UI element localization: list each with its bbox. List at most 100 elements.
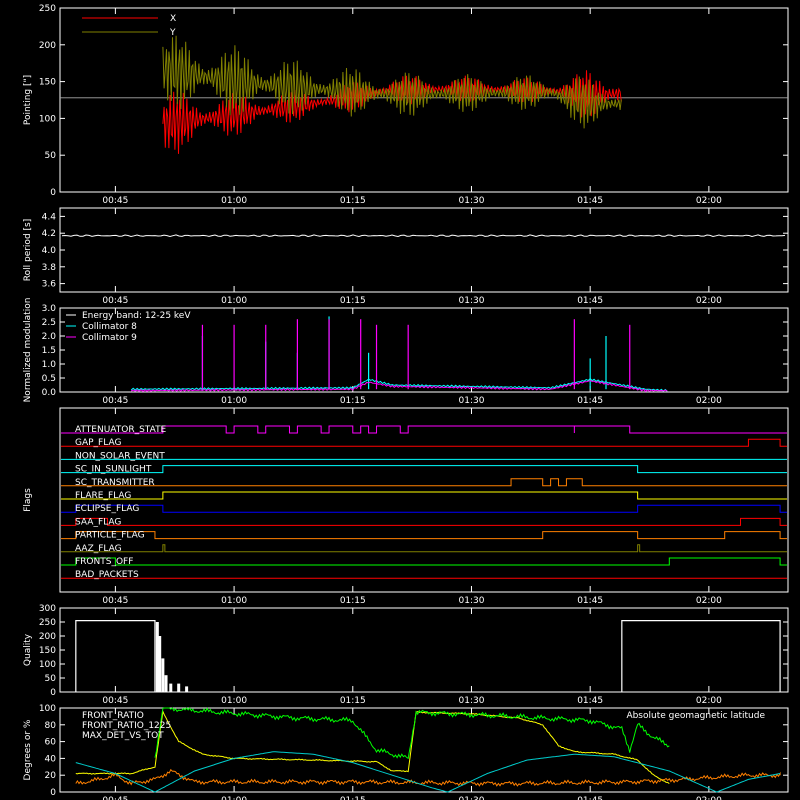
x-tick-label: 01:45: [577, 396, 603, 406]
quality-step: [621, 619, 781, 692]
flag-label: GAP_FLAG: [75, 438, 121, 448]
y-tick-label: 0.0: [42, 388, 57, 398]
flag-trace: [61, 491, 787, 500]
x-tick-label: 01:15: [340, 196, 366, 206]
flag-label: PARTICLE_FLAG: [75, 531, 145, 541]
y-tick-label: 50: [45, 151, 57, 161]
y-tick-label: 200: [39, 41, 56, 51]
x-tick-label: 00:45: [102, 696, 128, 706]
quality-bar: [177, 683, 181, 692]
quality-bar: [164, 675, 168, 692]
x-tick-label: 01:30: [459, 196, 485, 206]
flag-trace: [61, 425, 787, 434]
legend-label: Absolute geomagnetic latitude: [626, 711, 765, 721]
quality-bar: [169, 683, 173, 692]
flag-trace: [61, 504, 787, 513]
y-tick-label: 2.5: [42, 318, 56, 328]
modulation-line-1: [130, 380, 668, 393]
y-tick-label: 1.5: [42, 346, 56, 356]
flag-label: SAA_FLAG: [75, 517, 121, 527]
flag-label: AAZ_FLAG: [75, 544, 122, 554]
x-tick-label: 01:00: [221, 696, 247, 706]
flag-trace: [61, 438, 787, 447]
x-tick-label: 01:00: [221, 796, 247, 800]
x-tick-label: 01:30: [459, 696, 485, 706]
panel-0: 00:45 01:00 01:15 01:30 01:45 02:00 0 50 100 150 2…: [23, 4, 789, 206]
x-tick-label: 01:00: [221, 596, 247, 606]
y-tick-label: 4.4: [42, 212, 57, 222]
x-tick-label: 01:45: [577, 596, 603, 606]
y-tick-label: 100: [39, 114, 56, 124]
y-tick-label: 250: [39, 618, 56, 628]
y-tick-label: 300: [39, 604, 56, 614]
flag-trace: [61, 465, 787, 474]
flag-label: NON_SOLAR_EVENT: [75, 451, 165, 461]
flag-label: ECLIPSE_FLAG: [75, 504, 139, 514]
y-tick-label: 0.5: [42, 374, 56, 384]
legend-label: FRONT_RATIO_1225: [82, 721, 171, 731]
y-tick-label: 200: [39, 632, 56, 642]
series-x-line: [162, 70, 622, 154]
y-tick-label: 3.0: [42, 304, 57, 314]
x-tick-label: 00:45: [102, 596, 128, 606]
legend-label: Energy band: 12-25 keV: [82, 311, 191, 321]
legend-label: X: [170, 14, 176, 24]
y-axis-label: Pointing ["]: [23, 75, 33, 125]
observing-summary-figure: 00:45 01:00 01:15 01:30 01:45 02:00 0 50 100 150 2…: [0, 0, 800, 800]
y-tick-label: 20: [45, 771, 57, 781]
flag-label: FLARE_FLAG: [75, 491, 131, 501]
flag-label: ATTENUATOR_STATE: [75, 425, 167, 435]
panel-5: 00:45 01:00 01:15 01:30 01:45 02:00 0 20 40 60 80 1…: [23, 704, 789, 800]
quality-bar: [161, 658, 165, 692]
y-tick-label: 3.6: [42, 280, 57, 290]
x-tick-label: 00:45: [102, 296, 128, 306]
y-tick-label: 4.2: [42, 229, 56, 239]
legend-label: Collimator 9: [82, 333, 137, 343]
x-tick-label: 01:30: [459, 296, 485, 306]
x-tick-label: 01:45: [577, 196, 603, 206]
x-tick-label: 02:00: [696, 596, 722, 606]
y-axis-label: Quality: [23, 633, 33, 666]
x-tick-label: 00:45: [102, 196, 128, 206]
roll-period-line: [61, 234, 786, 238]
panel-4: 00:45 01:00 01:15 01:30 01:45 02:00 0 50 100 150 2…: [23, 604, 789, 706]
y-tick-label: 0: [50, 688, 56, 698]
flag-label: BAD_PACKETS: [75, 570, 139, 580]
y-axis-label: Degrees or %: [23, 719, 33, 780]
y-tick-label: 80: [45, 721, 57, 731]
panel-1: 00:45 01:00 01:15 01:30 01:45 02:00 3.6 3.8 4.0 4…: [23, 207, 789, 306]
ratio-line-1: [154, 707, 670, 760]
legend-label: Y: [169, 28, 176, 38]
x-tick-label: 01:15: [340, 596, 366, 606]
flag-trace: [61, 478, 787, 487]
flag-label: SC_TRANSMITTER: [75, 478, 155, 488]
x-tick-label: 01:45: [577, 696, 603, 706]
flag-label: SC_IN_SUNLIGHT: [75, 465, 152, 475]
x-tick-label: 01:45: [577, 296, 603, 306]
x-tick-label: 01:45: [577, 796, 603, 800]
y-tick-label: 150: [39, 646, 56, 656]
y-tick-label: 100: [39, 704, 56, 714]
x-tick-label: 01:30: [459, 796, 485, 800]
x-tick-label: 01:15: [340, 796, 366, 800]
panel-2: 00:45 01:00 01:15 01:30 01:45 02:00 0.0 0.5 1.0 1…: [23, 298, 789, 406]
x-tick-label: 00:45: [102, 796, 128, 800]
y-tick-label: 4.0: [42, 246, 57, 256]
y-tick-label: 40: [45, 754, 57, 764]
legend-label: MAX_DET_VS_TOT: [82, 731, 164, 741]
y-tick-label: 250: [39, 4, 56, 14]
flag-trace: [61, 557, 787, 566]
panel-3: 00:45 01:00 01:15 01:30 01:45 02:00 Flags ATTEN…: [23, 407, 789, 606]
x-tick-label: 00:45: [102, 396, 128, 406]
y-tick-label: 150: [39, 78, 56, 88]
quality-bar: [158, 636, 162, 692]
x-tick-label: 02:00: [696, 696, 722, 706]
flag-trace: [61, 531, 787, 540]
quality-bar: [185, 686, 189, 692]
y-axis-label: Flags: [23, 488, 33, 512]
y-tick-label: 50: [45, 674, 57, 684]
x-tick-label: 02:00: [696, 196, 722, 206]
x-tick-label: 01:30: [459, 596, 485, 606]
legend-label: Collimator 8: [82, 322, 137, 332]
x-tick-label: 01:00: [221, 296, 247, 306]
